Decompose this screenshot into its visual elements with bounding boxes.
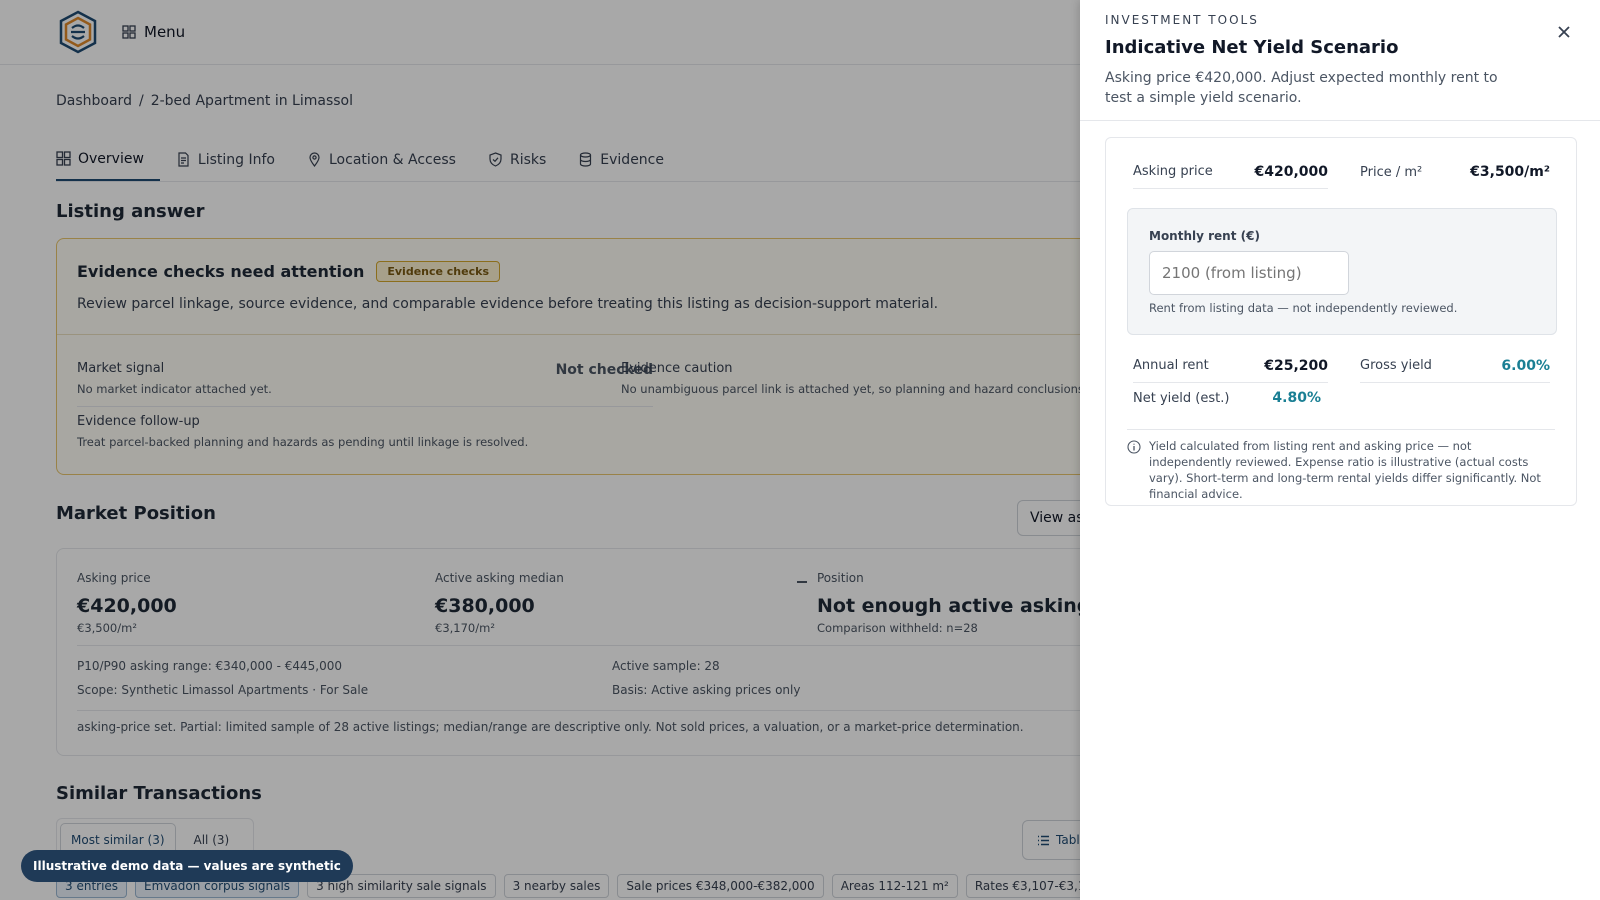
price-per-m2-row: Price / m² €3,500/m² xyxy=(1360,155,1550,189)
asking-price-value: €420,000 xyxy=(1254,163,1328,180)
panel-eyebrow: INVESTMENT TOOLS xyxy=(1105,13,1259,27)
asking-price-label: Asking price xyxy=(1133,164,1213,179)
annual-rent-value: €25,200 xyxy=(1264,357,1328,374)
monthly-rent-input[interactable] xyxy=(1149,251,1349,295)
net-yield-label: Net yield (est.) xyxy=(1133,390,1230,406)
price-per-m2-value: €3,500/m² xyxy=(1470,164,1550,180)
yield-card: Asking price €420,000 Price / m² €3,500/… xyxy=(1105,137,1577,506)
yield-disclaimer-text: Yield calculated from listing rent and a… xyxy=(1149,439,1541,501)
asking-price-row: Asking price €420,000 xyxy=(1133,155,1328,189)
annual-rent-label: Annual rent xyxy=(1133,358,1209,373)
demo-data-pill: Illustrative demo data — values are synt… xyxy=(21,850,353,882)
panel-description: Asking price €420,000. Adjust expected m… xyxy=(1105,70,1498,106)
net-yield-row: Net yield (est.) 4.80% xyxy=(1133,381,1321,415)
modal-backdrop[interactable] xyxy=(0,0,1080,900)
gross-yield-row: Gross yield 6.00% xyxy=(1360,349,1550,383)
rent-source-note: Rent from listing data — not independent… xyxy=(1149,301,1458,315)
price-per-m2-label: Price / m² xyxy=(1360,164,1423,180)
rent-input-box: Monthly rent (€) Rent from listing data … xyxy=(1127,208,1557,335)
annual-rent-row: Annual rent €25,200 xyxy=(1133,349,1328,383)
close-icon[interactable] xyxy=(1554,22,1574,42)
net-yield-value: 4.80% xyxy=(1272,390,1321,406)
info-icon xyxy=(1127,440,1141,454)
gross-yield-label: Gross yield xyxy=(1360,358,1432,373)
gross-yield-value: 6.00% xyxy=(1501,357,1550,374)
monthly-rent-label: Monthly rent (€) xyxy=(1149,229,1260,243)
yield-scenario-panel: INVESTMENT TOOLS Indicative Net Yield Sc… xyxy=(1080,0,1600,900)
panel-title: Indicative Net Yield Scenario xyxy=(1105,37,1399,58)
yield-disclaimer: Yield calculated from listing rent and a… xyxy=(1127,438,1557,502)
